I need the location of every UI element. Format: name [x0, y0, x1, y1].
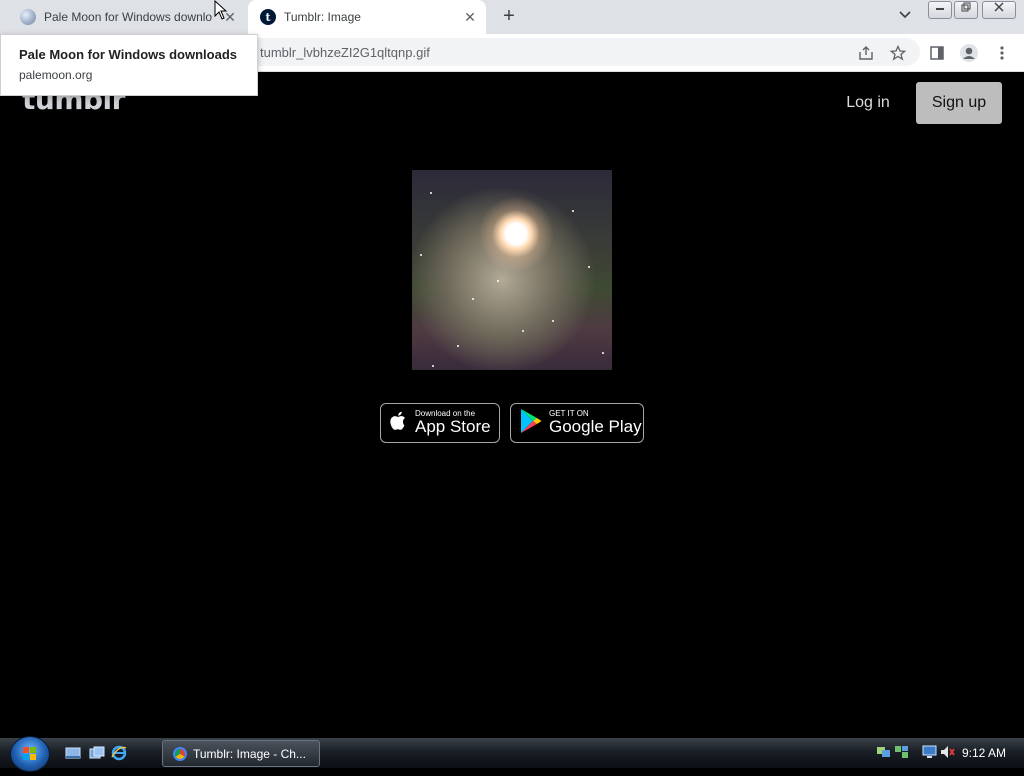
close-tab-icon[interactable]: ✕: [460, 9, 480, 26]
taskbar-item-label: Tumblr: Image - Ch...: [193, 746, 306, 761]
menu-kebab-icon[interactable]: [992, 43, 1012, 63]
signup-button[interactable]: Sign up: [916, 82, 1002, 124]
app-store-button[interactable]: Download on the App Store: [380, 403, 500, 443]
bookmark-star-icon[interactable]: [888, 43, 908, 63]
tumblr-icon: t: [260, 9, 276, 25]
start-button[interactable]: [10, 736, 50, 772]
mouse-cursor-icon: [214, 0, 228, 25]
apple-icon: [389, 410, 409, 437]
tab-hover-tooltip: Pale Moon for Windows downloads palemoon…: [0, 34, 258, 96]
new-tab-button[interactable]: +: [498, 5, 520, 27]
app-store-big-text: App Store: [415, 417, 491, 437]
close-window-button[interactable]: [982, 1, 1016, 19]
tab-tumblr-image[interactable]: t Tumblr: Image ✕: [248, 0, 486, 34]
chrome-icon: [173, 746, 187, 761]
side-panel-icon[interactable]: [927, 43, 947, 63]
taskbar-clock[interactable]: 9:12 AM: [962, 746, 1006, 760]
tooltip-url: palemoon.org: [19, 68, 93, 82]
internet-explorer-icon[interactable]: [111, 745, 127, 761]
pale-moon-icon: [20, 9, 36, 25]
tray-volume-muted-icon[interactable]: [940, 745, 955, 759]
tumblr-page: tumblr Log in Sign up Download on the Ap…: [0, 72, 1024, 738]
url-text[interactable]: tumblr_lvbhzeZI2G1qltqnp.gif: [260, 45, 430, 60]
tooltip-title: Pale Moon for Windows downloads: [19, 47, 237, 62]
show-desktop-icon[interactable]: [65, 745, 81, 761]
switch-windows-icon[interactable]: [89, 745, 105, 761]
google-play-icon: [519, 408, 543, 439]
gif-image[interactable]: [412, 170, 612, 370]
tray-monitor-icon[interactable]: [922, 745, 937, 759]
google-play-button[interactable]: GET IT ON Google Play: [510, 403, 644, 443]
tab-title: Tumblr: Image: [284, 10, 361, 24]
windows-taskbar: Tumblr: Image - Ch... 9:12 AM: [0, 736, 1024, 772]
share-icon[interactable]: [856, 43, 876, 63]
tray-devices-icon[interactable]: [894, 745, 909, 759]
restore-button[interactable]: [954, 1, 978, 19]
tab-search-chevron-icon[interactable]: [895, 8, 915, 26]
tray-network-icon[interactable]: [876, 745, 891, 759]
tab-title: Pale Moon for Windows downlo: [44, 10, 213, 24]
google-play-big-text: Google Play: [549, 417, 642, 437]
minimize-button[interactable]: [928, 1, 952, 19]
tab-pale-moon[interactable]: Pale Moon for Windows downlo ✕: [8, 0, 246, 34]
taskbar-item-chrome[interactable]: Tumblr: Image - Ch...: [162, 740, 320, 767]
tab-strip: Pale Moon for Windows downlo ✕ t Tumblr:…: [0, 0, 1024, 34]
profile-avatar-icon[interactable]: [959, 43, 979, 63]
login-button[interactable]: Log in: [838, 88, 898, 118]
